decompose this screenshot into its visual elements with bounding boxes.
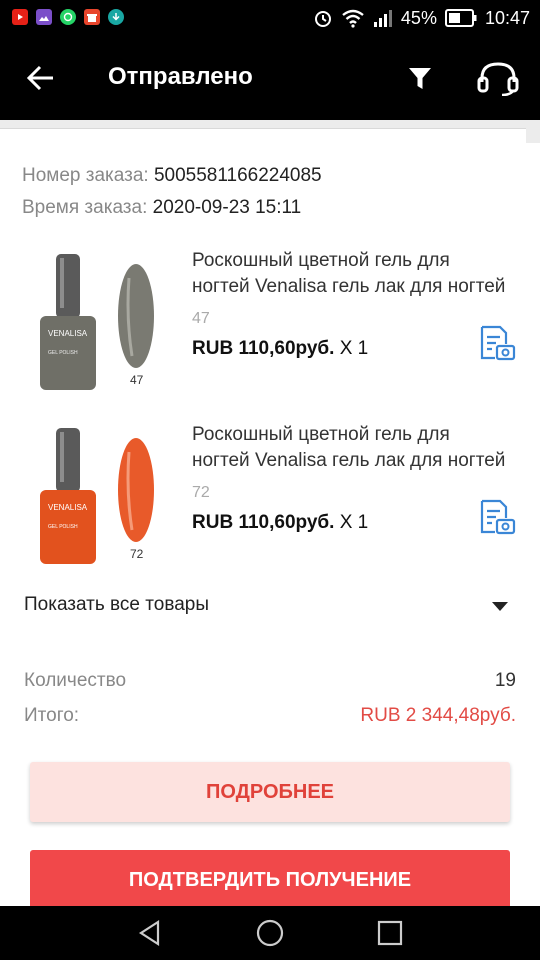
signal-icon <box>373 10 392 27</box>
system-navigation-bar <box>0 906 540 960</box>
battery-percent: 45% <box>400 7 437 28</box>
alarm-icon <box>314 11 331 27</box>
svg-text:VENALISA: VENALISA <box>48 329 88 338</box>
svg-text:GEL POLISH: GEL POLISH <box>48 350 78 356</box>
product-price-row: RUB 110,60руб. X 1 <box>192 512 368 534</box>
confirm-receipt-button[interactable]: ПОДТВЕРДИТЬ ПОЛУЧЕНИЕ <box>30 850 510 910</box>
svg-text:VENALISA: VENALISA <box>48 503 88 512</box>
product-name[interactable]: Роскошный цветной гель для ногтей Venali… <box>192 248 522 300</box>
gift-icon <box>84 9 100 25</box>
photo-review-icon[interactable] <box>478 324 516 362</box>
show-all-products[interactable]: Показать все товары <box>24 594 514 620</box>
system-indicators: 45% 10:47 <box>313 5 530 31</box>
swatch-number: 72 <box>130 547 144 561</box>
product-item[interactable]: VENALISA GEL POLISH 72 Роскошный цветной… <box>0 422 540 584</box>
page-title: Отправлено <box>108 63 253 90</box>
order-number-row: Номер заказа: 5005581166224085 <box>22 165 322 187</box>
product-price: RUB 110,60руб. <box>192 512 335 533</box>
filter-icon[interactable] <box>406 64 434 92</box>
app-bar: Отправлено <box>0 36 540 120</box>
order-time-value: 2020-09-23 15:11 <box>152 197 302 218</box>
quantity-value: 19 <box>494 670 516 691</box>
total-label: Итого: <box>24 705 80 726</box>
quantity-label: Количество <box>24 670 127 691</box>
product-variant: 72 <box>192 484 210 501</box>
details-button[interactable]: ПОДРОБНЕЕ <box>30 762 510 822</box>
youtube-icon <box>12 9 28 25</box>
headset-support-icon[interactable] <box>476 60 520 96</box>
svg-text:GEL POLISH: GEL POLISH <box>48 524 78 530</box>
nav-back-icon[interactable] <box>136 919 164 947</box>
download-icon <box>108 9 124 25</box>
nav-recents-icon[interactable] <box>376 919 404 947</box>
gallery-icon <box>36 9 52 25</box>
battery-icon <box>444 9 477 27</box>
product-price-row: RUB 110,60руб. X 1 <box>192 338 368 360</box>
product-name[interactable]: Роскошный цветной гель для ногтей Venali… <box>192 422 522 474</box>
status-bar: 45% 10:47 <box>0 0 540 36</box>
product-image[interactable]: VENALISA GEL POLISH 47 <box>26 248 176 398</box>
product-quantity: X 1 <box>339 512 369 533</box>
product-name-line2: ногтей Venalisa гель лак для ногтей <box>192 450 506 471</box>
order-time-label: Время заказа: <box>22 197 148 218</box>
swatch-number: 47 <box>130 373 144 387</box>
back-arrow-icon[interactable] <box>26 64 56 92</box>
order-number-value: 5005581166224085 <box>153 165 322 186</box>
product-name-line2: ногтей Venalisa гель лак для ногтей <box>192 276 506 297</box>
top-divider <box>0 120 540 144</box>
total-row: Итого: RUB 2 344,48руб. <box>24 705 516 727</box>
order-time-row: Время заказа: 2020-09-23 15:11 <box>22 197 301 219</box>
product-name-line1: Роскошный цветной гель для <box>192 250 450 271</box>
photo-review-icon[interactable] <box>478 498 516 536</box>
total-value: RUB 2 344,48руб. <box>360 705 516 726</box>
clock: 10:47 <box>484 7 530 28</box>
product-quantity: X 1 <box>339 338 369 359</box>
nav-home-icon[interactable] <box>256 919 284 947</box>
product-variant: 47 <box>192 310 210 327</box>
quantity-row: Количество 19 <box>24 670 516 692</box>
product-image[interactable]: VENALISA GEL POLISH 72 <box>26 422 176 572</box>
order-number-label: Номер заказа: <box>22 165 149 186</box>
chevron-down-icon <box>492 602 508 611</box>
product-price: RUB 110,60руб. <box>192 338 335 359</box>
wifi-icon <box>342 9 364 28</box>
product-item[interactable]: VENALISA GEL POLISH 47 Роскошный цветной… <box>0 248 540 410</box>
show-all-label: Показать все товары <box>24 594 209 615</box>
product-name-line1: Роскошный цветной гель для <box>192 424 450 445</box>
whatsapp-icon <box>60 9 76 25</box>
notification-icons <box>12 9 124 25</box>
